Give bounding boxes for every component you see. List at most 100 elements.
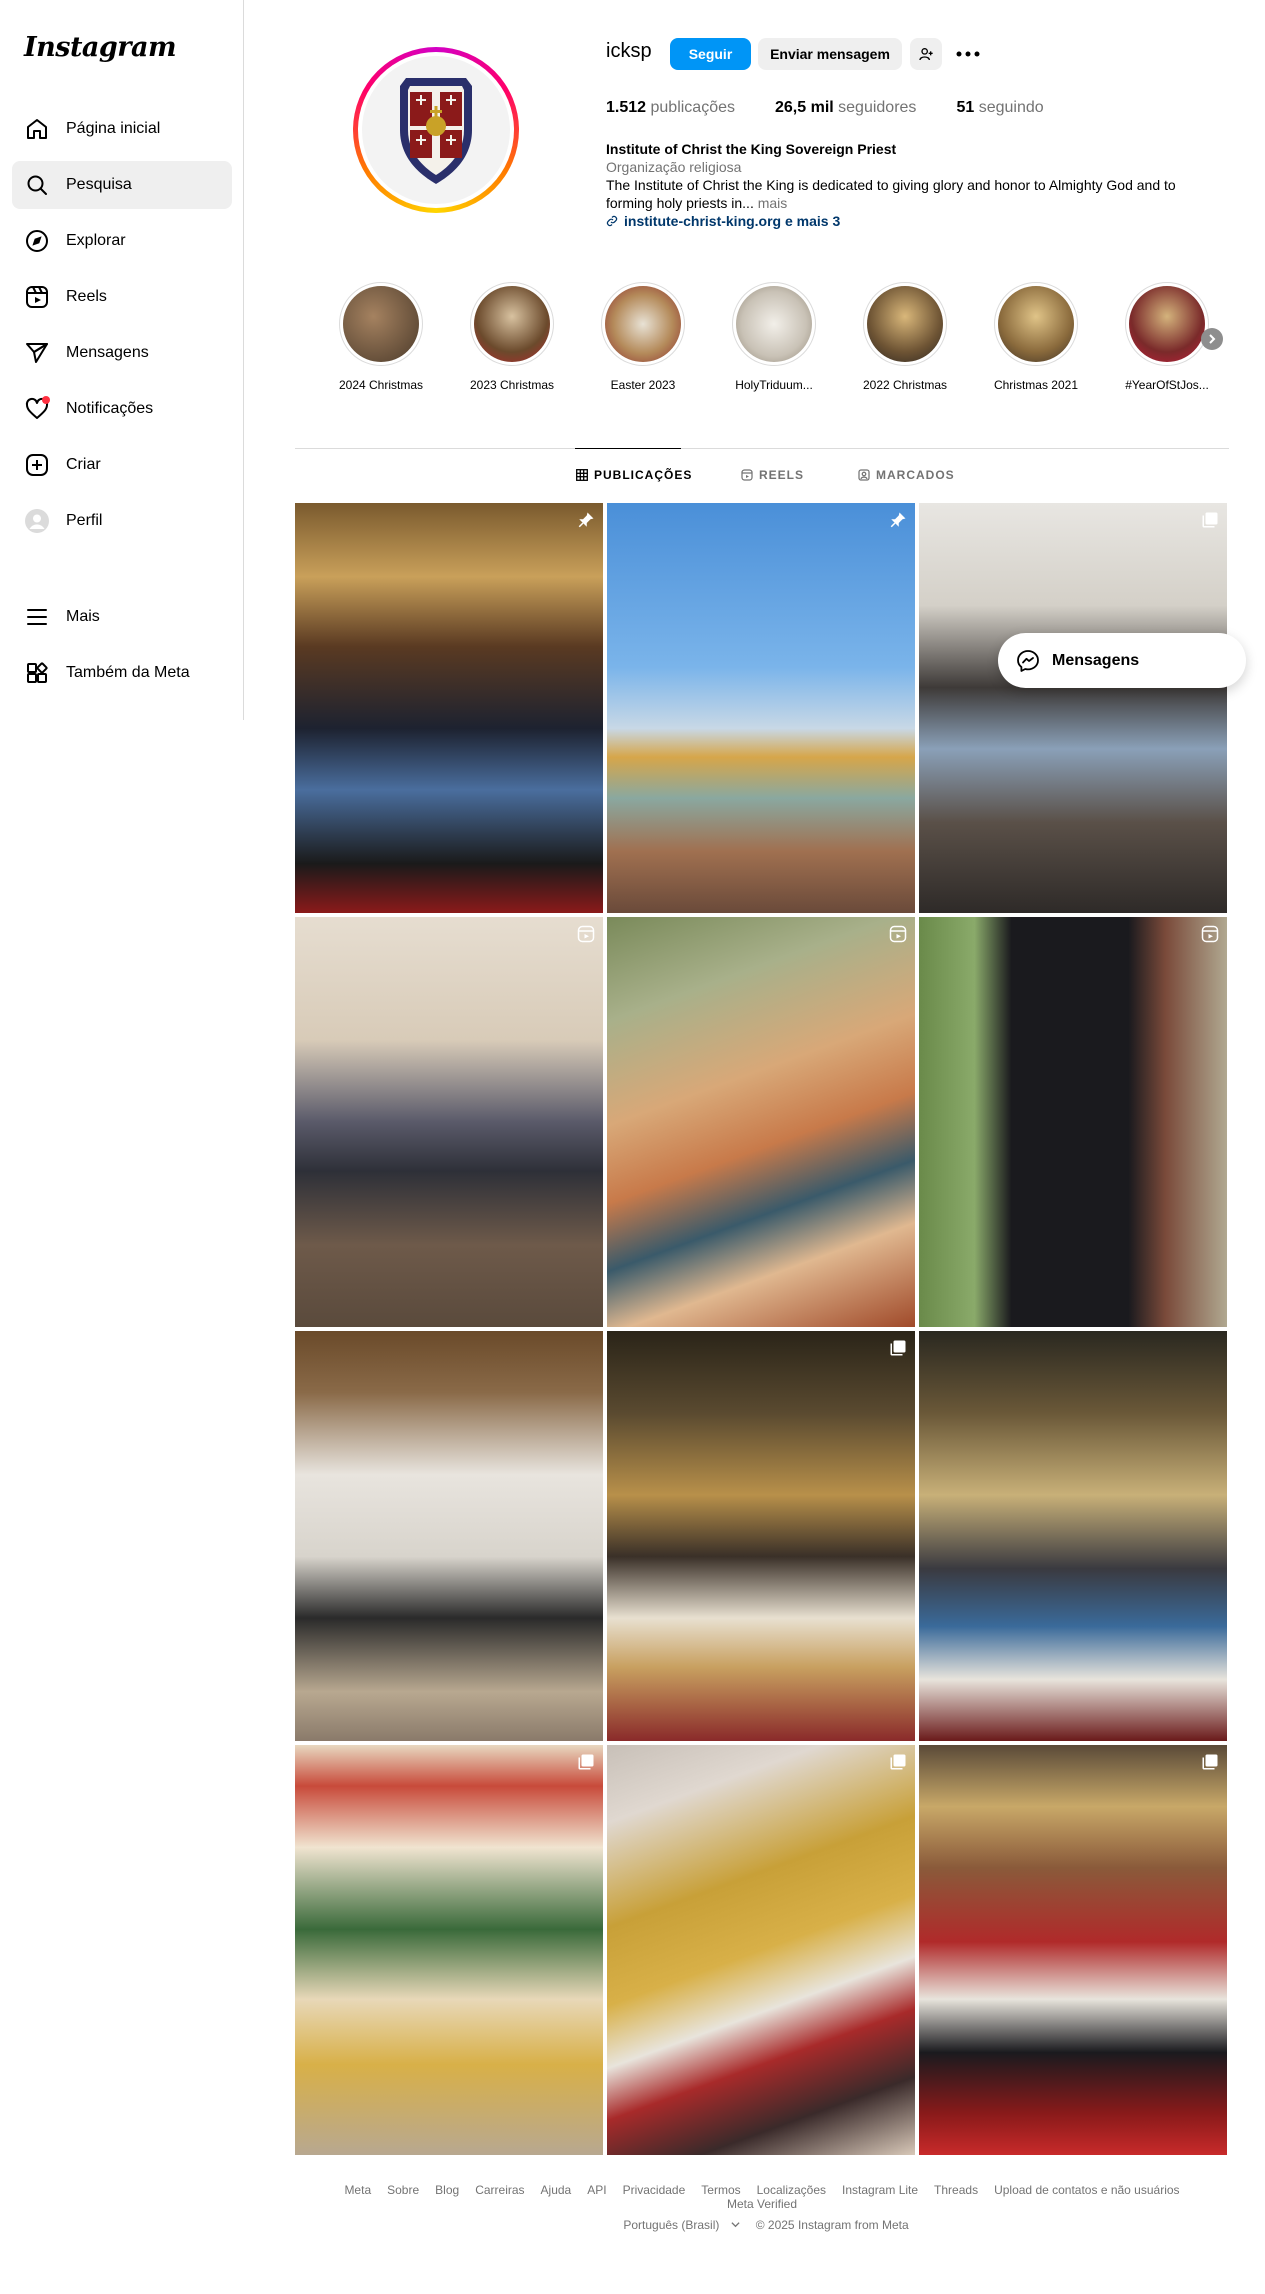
floating-messages-label: Mensagens: [1052, 651, 1140, 669]
tab-tagged[interactable]: MARCADOS: [858, 468, 955, 482]
heart-icon: [24, 396, 50, 422]
search-icon: [24, 172, 50, 198]
highlight-item[interactable]: 2022 Christmas: [862, 282, 948, 392]
following-count-label: seguindo: [978, 99, 1044, 116]
sidebar-item-label: Mensagens: [66, 344, 149, 361]
sidebar-item-meta[interactable]: Também da Meta: [12, 649, 232, 697]
sidebar-item-notifications[interactable]: Notificações: [12, 385, 232, 433]
post-thumbnail[interactable]: [607, 1331, 915, 1741]
highlight-item[interactable]: 2024 Christmas: [338, 282, 424, 392]
footer-link[interactable]: Upload de contatos e não usuários: [994, 2183, 1179, 2197]
sidebar-item-label: Explorar: [66, 232, 126, 249]
highlight-title: Christmas 2021: [993, 378, 1079, 392]
footer-link[interactable]: API: [587, 2183, 606, 2197]
tagged-icon: [858, 469, 870, 481]
following-count[interactable]: 51 seguindo: [956, 99, 1043, 117]
highlight-title: Easter 2023: [610, 378, 676, 392]
carousel-icon: [1202, 512, 1218, 528]
footer-link[interactable]: Blog: [435, 2183, 459, 2197]
floating-messages-button[interactable]: Mensagens: [998, 633, 1246, 688]
highlight-title: HolyTriduum...: [735, 378, 813, 392]
profile-bio: Institute of Christ the King Sovereign P…: [606, 140, 1206, 230]
highlight-cover: [339, 282, 423, 366]
sidebar-item-label: Página inicial: [66, 120, 161, 137]
reel-icon: [889, 925, 907, 943]
sidebar-item-search[interactable]: Pesquisa: [12, 161, 232, 209]
tab-reels[interactable]: REELS: [741, 468, 804, 482]
highlight-cover: [1125, 282, 1209, 366]
highlight-item[interactable]: Easter 2023: [600, 282, 686, 392]
profile-full-name: Institute of Christ the King Sovereign P…: [606, 141, 897, 157]
crest-logo: [362, 56, 510, 204]
footer-link[interactable]: Ajuda: [541, 2183, 572, 2197]
profile-stats: 1.512 publicações 26,5 mil seguidores 51…: [606, 99, 1084, 117]
language-select[interactable]: Português (Brasil): [615, 2218, 740, 2232]
post-thumbnail[interactable]: [295, 503, 603, 913]
followers-count-label: seguidores: [838, 99, 917, 116]
carousel-icon: [578, 1754, 594, 1770]
highlight-item[interactable]: 2023 Christmas: [469, 282, 555, 392]
more-options-icon[interactable]: [954, 42, 982, 66]
bio-text-block: The Institute of Christ the King is dedi…: [606, 176, 1206, 212]
highlight-title: 2023 Christmas: [469, 378, 555, 392]
sidebar-item-more[interactable]: Mais: [12, 593, 232, 641]
highlight-item[interactable]: Christmas 2021: [993, 282, 1079, 392]
post-thumbnail[interactable]: [919, 917, 1227, 1327]
avatar-border: [358, 52, 514, 208]
post-thumbnail[interactable]: [295, 1331, 603, 1741]
footer-link[interactable]: Localizações: [757, 2183, 826, 2197]
footer-link[interactable]: Threads: [934, 2183, 978, 2197]
highlight-cover: [994, 282, 1078, 366]
posts-count[interactable]: 1.512 publicações: [606, 99, 735, 117]
bio-text: The Institute of Christ the King is dedi…: [606, 177, 1176, 211]
footer-link[interactable]: Instagram Lite: [842, 2183, 918, 2197]
footer-link[interactable]: Meta Verified: [727, 2197, 797, 2211]
profile-username: icksp: [606, 40, 652, 62]
post-thumbnail[interactable]: [607, 917, 915, 1327]
highlights-next-button[interactable]: [1201, 328, 1223, 350]
footer-link[interactable]: Carreiras: [475, 2183, 524, 2197]
post-thumbnail[interactable]: [919, 503, 1227, 913]
post-thumbnail[interactable]: [607, 1745, 915, 2155]
highlight-cover: [470, 282, 554, 366]
profile-avatar[interactable]: [353, 47, 519, 213]
chevron-down-icon: [731, 2222, 740, 2228]
highlight-item[interactable]: #YearOfStJos...: [1124, 282, 1210, 392]
profile-link[interactable]: institute-christ-king.org e mais 3: [606, 212, 1206, 230]
explore-icon: [24, 228, 50, 254]
instagram-logo[interactable]: Instagram: [24, 32, 177, 63]
profile-link-text: institute-christ-king.org e mais 3: [624, 213, 841, 229]
footer-link[interactable]: Privacidade: [623, 2183, 686, 2197]
post-thumbnail[interactable]: [295, 917, 603, 1327]
copyright: © 2025 Instagram from Meta: [755, 2218, 909, 2232]
post-thumbnail[interactable]: [919, 1745, 1227, 2155]
followers-count-value: 26,5 mil: [775, 99, 834, 116]
highlight-item[interactable]: HolyTriduum...: [731, 282, 817, 392]
follow-button[interactable]: Seguir: [670, 38, 751, 70]
sidebar-item-home[interactable]: Página inicial: [12, 105, 232, 153]
post-thumbnail[interactable]: [295, 1745, 603, 2155]
sidebar-item-messages[interactable]: Mensagens: [12, 329, 232, 377]
sidebar-item-label: Perfil: [66, 512, 103, 529]
post-thumbnail[interactable]: [919, 1331, 1227, 1741]
sidebar-item-profile[interactable]: Perfil: [12, 497, 232, 545]
sidebar-item-reels[interactable]: Reels: [12, 273, 232, 321]
post-thumbnail[interactable]: [607, 503, 915, 913]
sidebar-item-label: Pesquisa: [66, 176, 132, 193]
messenger-icon: [1017, 649, 1039, 672]
bio-more-link[interactable]: mais: [758, 195, 788, 211]
meta-apps-icon: [24, 660, 50, 686]
carousel-icon: [890, 1754, 906, 1770]
followers-count[interactable]: 26,5 mil seguidores: [775, 99, 916, 117]
tab-label: MARCADOS: [876, 468, 955, 482]
reels-icon: [741, 469, 753, 481]
footer-link[interactable]: Termos: [701, 2183, 740, 2197]
sidebar-item-explore[interactable]: Explorar: [12, 217, 232, 265]
send-message-button[interactable]: Enviar mensagem: [758, 38, 902, 70]
sidebar-item-create[interactable]: Criar: [12, 441, 232, 489]
footer-link[interactable]: Sobre: [387, 2183, 419, 2197]
footer-link[interactable]: Meta: [344, 2183, 371, 2197]
suggested-users-button[interactable]: [910, 38, 942, 70]
language-label: Português (Brasil): [623, 2218, 720, 2232]
tab-posts[interactable]: PUBLICAÇÕES: [576, 468, 692, 482]
